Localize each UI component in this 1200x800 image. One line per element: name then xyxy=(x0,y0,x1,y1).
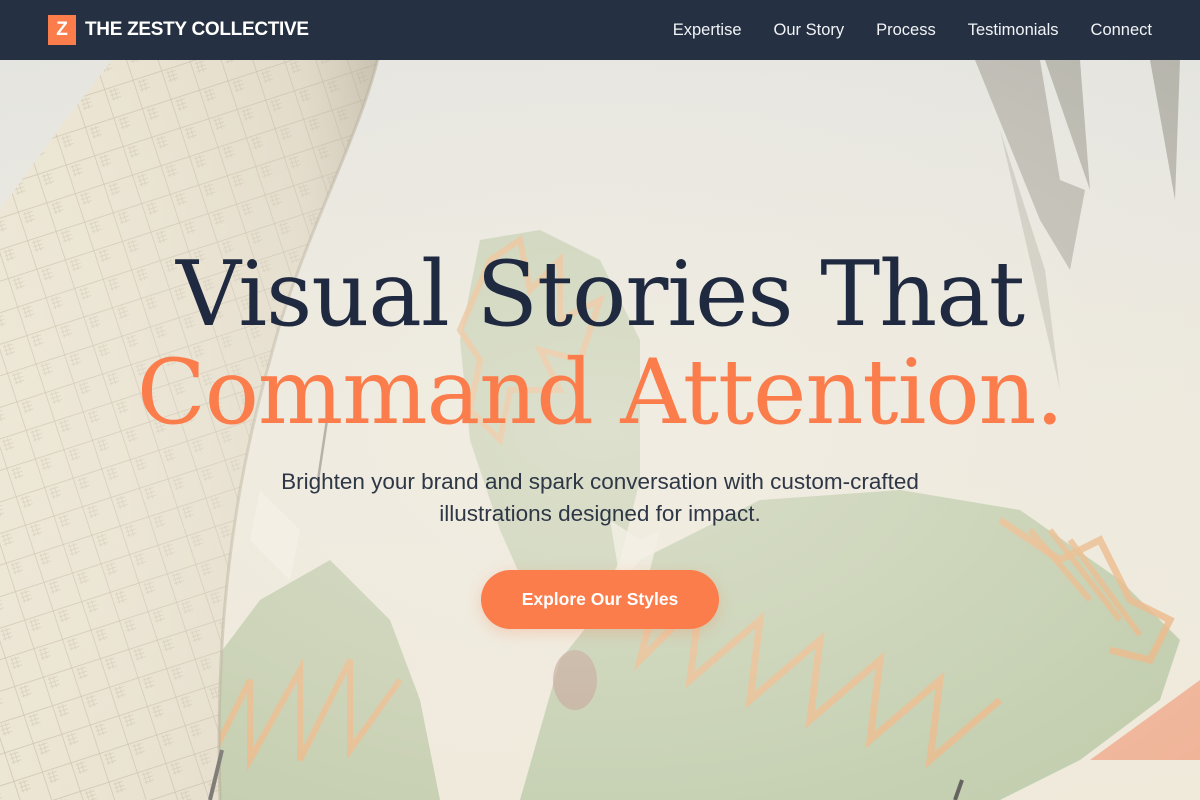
nav-link-connect[interactable]: Connect xyxy=(1091,21,1152,40)
nav-link-process[interactable]: Process xyxy=(876,21,936,40)
explore-styles-button[interactable]: Explore Our Styles xyxy=(481,570,719,629)
nav-links: Expertise Our Story Process Testimonials… xyxy=(641,21,1152,40)
brand-mark-icon: Z xyxy=(48,15,76,45)
landing-page: Z THE ZESTY COLLECTIVE Expertise Our Sto… xyxy=(0,0,1200,800)
nav-link-expertise[interactable]: Expertise xyxy=(673,21,742,40)
hero-headline: Visual Stories That Command Attention. xyxy=(0,250,1200,438)
hero-subtitle: Brighten your brand and spark conversati… xyxy=(281,469,919,526)
nav-link-testimonials[interactable]: Testimonials xyxy=(968,21,1059,40)
hero-content: Visual Stories That Command Attention. B… xyxy=(0,60,1200,800)
brand-logo[interactable]: Z THE ZESTY COLLECTIVE xyxy=(48,15,309,45)
hero-section: Visual Stories That Command Attention. B… xyxy=(0,60,1200,800)
headline-line-2: Command Attention. xyxy=(136,340,1064,445)
brand-name: THE ZESTY COLLECTIVE xyxy=(85,19,309,40)
headline-line-1: Visual Stories That xyxy=(175,242,1025,347)
top-navbar: Z THE ZESTY COLLECTIVE Expertise Our Sto… xyxy=(0,0,1200,60)
nav-link-our-story[interactable]: Our Story xyxy=(774,21,845,40)
